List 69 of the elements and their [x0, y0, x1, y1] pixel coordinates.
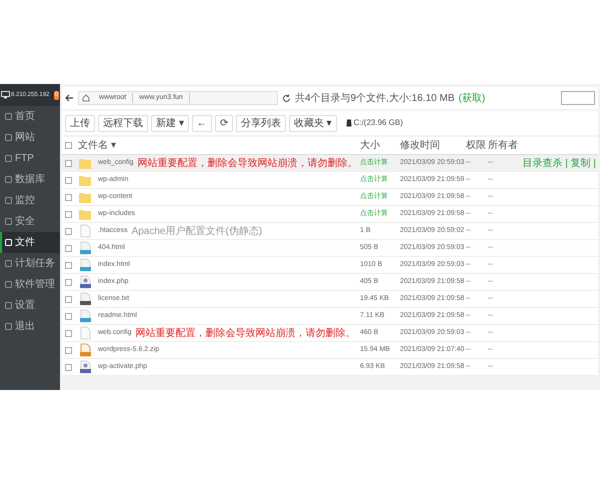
square-outline-icon [5, 302, 12, 309]
search-field[interactable] [561, 91, 595, 105]
square-outline-icon [5, 197, 12, 204]
checkbox[interactable] [65, 194, 72, 200]
sidebar-item[interactable]: 首页 [0, 106, 60, 127]
document-icon [78, 224, 92, 238]
column-header: 大小 [360, 140, 380, 151]
file-note: 网站重要配置，删除会导致网站崩溃，请勿删除。 [135, 326, 356, 340]
sidebar-item[interactable]: 安全 [0, 211, 60, 232]
square-outline-icon [5, 239, 12, 246]
document-icon [78, 326, 92, 340]
toolbar-button[interactable]: 远程下载 [98, 114, 148, 132]
square-outline-icon [5, 113, 12, 120]
toolbar-button[interactable]: 分享列表 [236, 114, 286, 132]
sidebar-item[interactable]: FTP [0, 148, 60, 169]
refresh-icon[interactable] [282, 94, 291, 102]
fetch-link[interactable]: (获取) [458, 90, 486, 106]
checkbox[interactable] [65, 312, 72, 320]
file-note: 网站重要配置，删除会导致网站崩溃，请勿删除。 [137, 156, 358, 170]
checkbox[interactable] [65, 278, 72, 286]
sidebar-item[interactable]: 监控 [0, 190, 60, 211]
sidebar-item[interactable]: 网站 [0, 127, 60, 148]
checkbox[interactable] [65, 262, 72, 268]
square-outline-icon [5, 281, 12, 288]
file-note: Apache用户配置文件(伪静态) [132, 224, 262, 238]
square-outline-icon [5, 176, 12, 183]
toolbar-button[interactable]: ← [192, 114, 212, 132]
html-file-icon [78, 241, 92, 255]
text-file-icon [78, 292, 92, 306]
zip-file-icon [78, 343, 92, 357]
sidebar-item[interactable]: 退出 [0, 316, 60, 337]
html-file-icon [78, 309, 92, 323]
php-file-icon [78, 275, 92, 289]
directory-summary: 共4个目录与9个文件,大小:16.10 MB [295, 92, 454, 106]
toolbar-button[interactable]: 上传 [65, 114, 95, 132]
checkbox[interactable] [65, 228, 72, 234]
checkbox[interactable] [65, 296, 72, 302]
checkbox[interactable] [65, 346, 72, 354]
checkbox[interactable] [65, 244, 72, 252]
select-all-checkbox[interactable] [65, 142, 72, 149]
square-outline-icon [5, 260, 12, 267]
folder-icon [78, 207, 92, 221]
sidebar-item[interactable]: 设置 [0, 295, 60, 316]
toolbar-button[interactable]: ⟳ [214, 114, 233, 132]
column-header: 所有者 [488, 140, 518, 151]
checkbox[interactable] [65, 160, 72, 166]
sidebar-item[interactable]: 计划任务 [0, 253, 60, 274]
column-header: 修改时间 [400, 140, 440, 151]
checkbox[interactable] [65, 330, 72, 336]
dropdown-button[interactable]: 新建 ▾ [151, 114, 189, 132]
column-header[interactable]: 文件名 ▾ [78, 138, 116, 153]
square-outline-icon [5, 155, 12, 162]
folder-icon [78, 190, 92, 204]
folder-icon [78, 156, 92, 170]
sidebar-item[interactable]: 软件管理 [0, 274, 60, 295]
sidebar-item[interactable]: 文件 [0, 232, 60, 253]
column-header: 权限 [466, 140, 486, 151]
checkbox[interactable] [65, 364, 72, 370]
html-file-icon [78, 258, 92, 272]
monitor-icon [1, 91, 10, 99]
checkbox[interactable] [65, 176, 72, 184]
disk-usage: C:/(23.96 GB) [354, 117, 403, 129]
dropdown-button[interactable]: 收藏夹 ▾ [288, 114, 337, 132]
square-outline-icon [5, 134, 12, 141]
checkbox[interactable] [65, 210, 72, 218]
square-outline-icon [5, 218, 12, 225]
sidebar-item[interactable]: 数据库 [0, 169, 60, 190]
square-outline-icon [5, 323, 12, 330]
back-arrow-icon[interactable] [65, 94, 74, 102]
